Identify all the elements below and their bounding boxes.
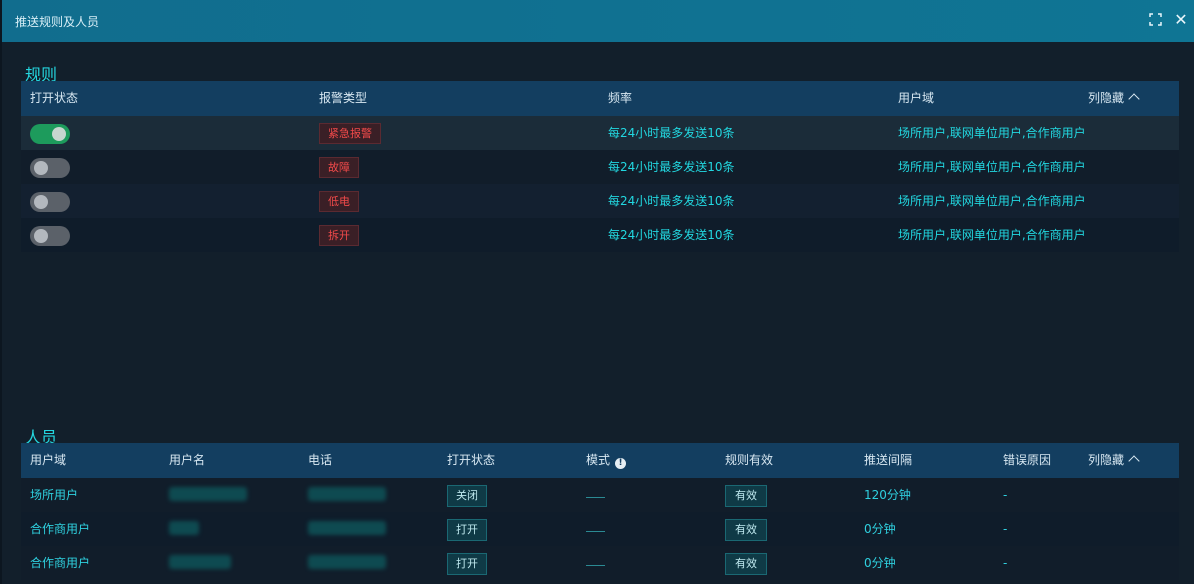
phone-redacted xyxy=(308,555,386,569)
status-toggle[interactable] xyxy=(30,226,70,246)
push-interval-cell: 0分钟 xyxy=(864,556,896,570)
col-open-status: 打开状态 xyxy=(30,91,79,105)
user-domain-cell: 合作商用户 xyxy=(30,556,91,570)
username-redacted xyxy=(169,555,231,569)
status-button[interactable]: 打开 xyxy=(447,519,487,541)
col-mode-label: 模式 xyxy=(586,453,611,467)
phone-redacted xyxy=(308,521,386,535)
rule-valid-tag: 有效 xyxy=(725,485,767,507)
user-domain-text: 场所用户,联网单位用户,合作商用户 xyxy=(898,126,1086,140)
col-push-interval: 推送间隔 xyxy=(864,453,913,467)
col-rule-valid: 规则有效 xyxy=(725,453,774,467)
col-user-domain: 用户域 xyxy=(898,91,935,105)
username-redacted xyxy=(169,521,199,535)
user-domain-text: 场所用户,联网单位用户,合作商用户 xyxy=(898,194,1086,208)
toggle-knob xyxy=(34,195,48,209)
dialog-title-bar: 推送规则及人员 ✕ xyxy=(2,0,1194,42)
phone-redacted xyxy=(308,487,386,501)
table-row: 紧急报警 每24小时最多发送10条 场所用户,联网单位用户,合作商用户 xyxy=(21,116,1179,150)
people-table-header: 用户域 用户名 电话 打开状态 模式! 规则有效 推送间隔 错误原因 列隐藏 xyxy=(21,443,1179,478)
col-mode: 模式! xyxy=(586,443,627,478)
frequency-text: 每24小时最多发送10条 xyxy=(608,160,735,174)
col-user-domain: 用户域 xyxy=(30,453,67,467)
column-hide-toggle[interactable]: 列隐藏 xyxy=(1088,81,1140,116)
chevron-up-icon xyxy=(1128,93,1140,105)
error-reason-cell: - xyxy=(1003,488,1008,502)
error-reason-cell: - xyxy=(1003,522,1008,536)
status-button[interactable]: 关闭 xyxy=(447,485,487,507)
user-domain-cell: 场所用户 xyxy=(30,488,79,502)
col-alarm-type: 报警类型 xyxy=(319,91,368,105)
close-icon[interactable]: ✕ xyxy=(1173,12,1189,28)
column-hide-toggle[interactable]: 列隐藏 xyxy=(1088,443,1140,478)
col-phone: 电话 xyxy=(308,453,333,467)
status-button[interactable]: 打开 xyxy=(447,553,487,575)
toggle-knob xyxy=(34,229,48,243)
user-domain-text: 场所用户,联网单位用户,合作商用户 xyxy=(898,228,1086,242)
dialog-title: 推送规则及人员 xyxy=(15,14,100,29)
alarm-type-tag: 拆开 xyxy=(319,225,359,246)
status-toggle[interactable] xyxy=(30,124,70,144)
mode-empty xyxy=(586,497,605,498)
table-row: 低电 每24小时最多发送10条 场所用户,联网单位用户,合作商用户 xyxy=(21,184,1179,218)
col-error-reason: 错误原因 xyxy=(1003,453,1052,467)
frequency-text: 每24小时最多发送10条 xyxy=(608,194,735,208)
table-row: 合作商用户 打开 有效 0分钟 - xyxy=(21,512,1179,546)
rule-valid-tag: 有效 xyxy=(725,553,767,575)
toggle-knob xyxy=(34,161,48,175)
push-rules-dialog: 推送规则及人员 ✕ 规则 打开状态 报警类型 频率 用户域 列隐藏 紧急报警 每… xyxy=(0,0,1194,584)
table-row: 拆开 每24小时最多发送10条 场所用户,联网单位用户,合作商用户 xyxy=(21,218,1179,252)
col-open-status: 打开状态 xyxy=(447,453,496,467)
rule-valid-tag: 有效 xyxy=(725,519,767,541)
error-reason-cell: - xyxy=(1003,556,1008,570)
mode-empty xyxy=(586,531,605,532)
status-toggle[interactable] xyxy=(30,192,70,212)
fullscreen-icon[interactable] xyxy=(1147,12,1163,28)
username-redacted xyxy=(169,487,247,501)
rules-table-header: 打开状态 报警类型 频率 用户域 列隐藏 xyxy=(21,81,1179,116)
info-icon[interactable]: ! xyxy=(615,458,627,469)
alarm-type-tag: 故障 xyxy=(319,157,359,178)
rules-table: 打开状态 报警类型 频率 用户域 列隐藏 紧急报警 每24小时最多发送10条 场… xyxy=(21,81,1179,252)
status-toggle[interactable] xyxy=(30,158,70,178)
push-interval-cell: 0分钟 xyxy=(864,522,896,536)
user-domain-text: 场所用户,联网单位用户,合作商用户 xyxy=(898,160,1086,174)
people-table: 用户域 用户名 电话 打开状态 模式! 规则有效 推送间隔 错误原因 列隐藏 场… xyxy=(21,443,1179,580)
toggle-knob xyxy=(52,127,66,141)
col-username: 用户名 xyxy=(169,453,206,467)
push-interval-cell: 120分钟 xyxy=(864,488,911,502)
mode-empty xyxy=(586,565,605,566)
col-frequency: 频率 xyxy=(608,91,633,105)
chevron-up-icon xyxy=(1128,455,1140,467)
alarm-type-tag: 低电 xyxy=(319,191,359,212)
frequency-text: 每24小时最多发送10条 xyxy=(608,126,735,140)
table-row: 故障 每24小时最多发送10条 场所用户,联网单位用户,合作商用户 xyxy=(21,150,1179,184)
frequency-text: 每24小时最多发送10条 xyxy=(608,228,735,242)
column-hide-label: 列隐藏 xyxy=(1088,91,1125,105)
table-row: 合作商用户 打开 有效 0分钟 - xyxy=(21,546,1179,580)
column-hide-label: 列隐藏 xyxy=(1088,453,1125,467)
table-row: 场所用户 关闭 有效 120分钟 - xyxy=(21,478,1179,512)
alarm-type-tag: 紧急报警 xyxy=(319,123,381,144)
user-domain-cell: 合作商用户 xyxy=(30,522,91,536)
